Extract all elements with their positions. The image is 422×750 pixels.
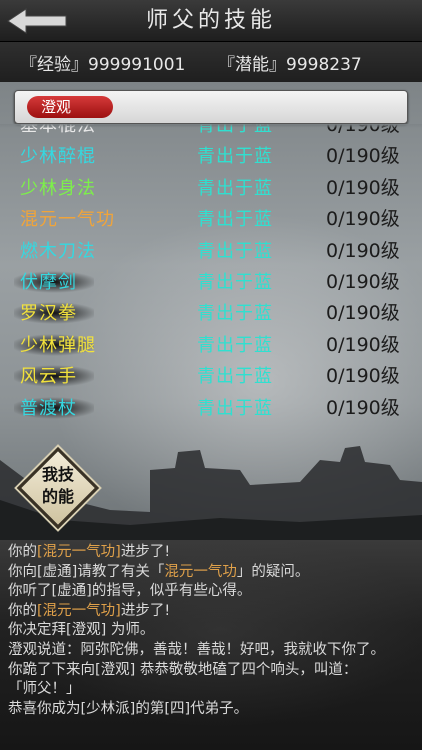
list-fade: [0, 124, 422, 128]
skill-rank: 0/190级: [326, 176, 400, 199]
skill-level: 青出于蓝: [197, 397, 273, 419]
log-line: 你的[混元一气功]进步了!: [8, 543, 414, 563]
skill-name: 伏摩剑: [20, 272, 77, 293]
skill-name: 燃木刀法: [20, 240, 96, 262]
skill-name: 少林醉棍: [20, 146, 96, 168]
skill-row[interactable]: 罗汉拳 青出于蓝 0/190级: [0, 298, 422, 329]
log-text: 」的疑问。: [236, 563, 310, 580]
skill-name: 少林身法: [20, 177, 96, 199]
log-text: 澄观说道：阿弥陀佛，善哉！善哉！好吧，我就收下你了。: [8, 641, 385, 658]
log-text: 恭喜你成为[少林派]的第[四]代弟子。: [8, 700, 249, 717]
log-highlight: 混元一气功: [164, 563, 237, 580]
log-text: 「师父！」: [8, 681, 81, 698]
log-line: 你跪了下来向[澄观] 恭恭敬敬地磕了四个响头，叫道：: [8, 661, 414, 681]
skill-level: 青出于蓝: [197, 146, 273, 168]
skill-level: 青出于蓝: [197, 177, 273, 199]
skill-name: 少林弹腿: [20, 334, 96, 356]
log-line: 恭喜你成为[少林派]的第[四]代弟子。: [8, 700, 414, 720]
skill-row[interactable]: 燃木刀法 青出于蓝 0/190级: [0, 236, 422, 267]
skill-name: 风云手: [20, 366, 77, 388]
my-skills-button[interactable]: 我技 的能: [16, 446, 100, 530]
log-line: 你决定拜[澄观] 为师。: [8, 621, 414, 641]
log-text: 你听了[虚通]的指导，似乎有些心得。: [8, 583, 252, 600]
skill-level: 青出于蓝: [197, 334, 273, 356]
log-text: 你跪了下来向[澄观] 恭恭敬敬地磕了四个响头，叫道：: [8, 661, 358, 678]
skill-rank: 0/190级: [326, 239, 400, 262]
skill-rank: 0/190级: [326, 302, 400, 325]
log-highlight: [混元一气功]: [37, 602, 121, 619]
log-highlight: [混元一气功]: [37, 544, 121, 560]
log-text: 你的: [8, 602, 37, 619]
log-text: 进步了!: [120, 602, 171, 619]
back-arrow-icon[interactable]: [6, 6, 70, 36]
skill-rank: 0/190级: [326, 365, 400, 388]
my-skills-label-line1: 我技: [41, 465, 74, 484]
master-name-tag[interactable]: 澄观: [27, 96, 113, 118]
skill-name: 混元一气功: [20, 209, 115, 231]
skill-level: 青出于蓝: [197, 209, 273, 231]
skill-name: 普渡杖: [20, 397, 77, 419]
skill-name: 罗汉拳: [20, 303, 77, 325]
main-panel: 澄观 基本棍法 青出于蓝 0/190级 少林醉棍 青出于蓝 0/190级 少林身法 青出于蓝 0…: [0, 82, 422, 540]
log-line: 你向[虚通]请教了有关「混元一气功」的疑问。: [8, 563, 414, 583]
log-line: 「师父！」: [8, 680, 414, 700]
skill-rank: 0/190级: [326, 396, 400, 419]
log-line: 澄观说道：阿弥陀佛，善哉！善哉！好吧，我就收下你了。: [8, 641, 414, 661]
log-text: 你决定拜[澄观] 为师。: [8, 622, 155, 639]
skill-row[interactable]: 混元一气功 青出于蓝 0/190级: [0, 204, 422, 235]
log-text: 你向[虚通]请教了有关「: [8, 563, 165, 580]
skill-level: 青出于蓝: [197, 240, 273, 262]
log-line: 你听了[虚通]的指导，似乎有些心得。: [8, 582, 414, 602]
skill-row[interactable]: 风云手 青出于蓝 0/190级: [0, 361, 422, 392]
skill-row[interactable]: 少林弹腿 青出于蓝 0/190级: [0, 330, 422, 361]
skill-rank: 0/190级: [326, 208, 400, 231]
skill-list[interactable]: 基本棍法 青出于蓝 0/190级 少林醉棍 青出于蓝 0/190级 少林身法 青出于蓝 0/19…: [0, 124, 422, 419]
message-log: 你的[混元一气功]进步了! 你向[虚通]请教了有关「混元一气功」的疑问。 你听了[虚…: [0, 540, 422, 750]
skill-rank: 0/190级: [326, 333, 400, 356]
skill-row[interactable]: 普渡杖 青出于蓝 0/190级: [0, 393, 422, 419]
skill-row[interactable]: 伏摩剑 青出于蓝 0/190级: [0, 267, 422, 298]
my-skills-label-line2: 的能: [41, 487, 74, 506]
log-line: 你的[混元一气功]进步了!: [8, 602, 414, 622]
log-text: 你的: [8, 544, 37, 560]
potential-value: 『潜能』9998237: [218, 55, 362, 75]
master-tab-bar: 澄观: [14, 90, 408, 124]
skill-level: 青出于蓝: [197, 303, 273, 325]
top-bar: 师父的技能: [0, 0, 422, 42]
stats-bar: 『经验』999991001 『潜能』9998237: [0, 42, 422, 82]
log-text: 进步了!: [120, 544, 171, 560]
skill-rank: 0/190级: [326, 145, 400, 168]
skill-row[interactable]: 少林醉棍 青出于蓝 0/190级: [0, 141, 422, 172]
experience-value: 『经验』999991001: [20, 55, 186, 75]
skill-level: 青出于蓝: [197, 272, 273, 293]
skill-level: 青出于蓝: [197, 366, 273, 388]
skill-row[interactable]: 少林身法 青出于蓝 0/190级: [0, 173, 422, 204]
skill-rank: 0/190级: [326, 271, 400, 293]
